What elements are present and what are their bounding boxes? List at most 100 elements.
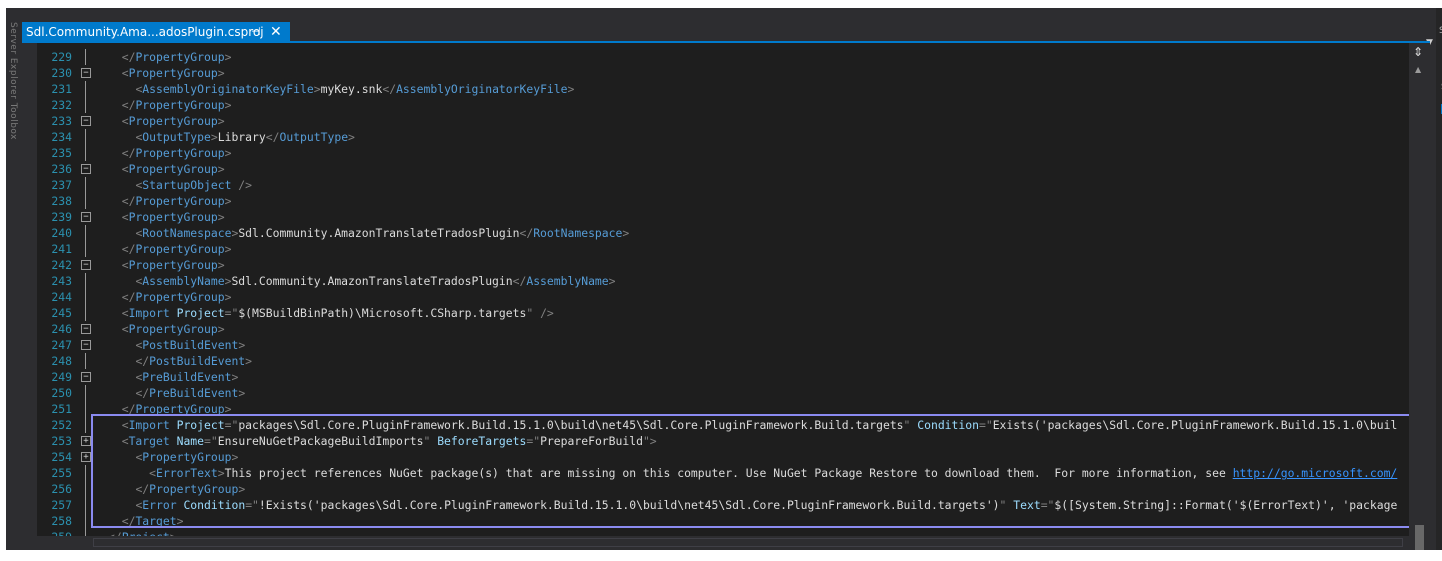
code-line[interactable]: 251 </PropertyGroup> [37, 401, 1409, 417]
code-line[interactable]: 252 <Import Project="packages\Sdl.Core.P… [37, 417, 1409, 433]
collapse-icon[interactable]: − [81, 260, 91, 270]
code-text[interactable]: <Import Project="$(MSBuildBinPath)\Micro… [108, 305, 554, 321]
code-line[interactable]: 231 <AssemblyOriginatorKeyFile>myKey.snk… [37, 81, 1409, 97]
line-number: 252 [51, 418, 72, 432]
code-text[interactable]: </PropertyGroup> [108, 193, 232, 209]
code-line[interactable]: 253 + <Target Name="EnsureNuGetPackageBui… [37, 433, 1409, 449]
scroll-up-icon[interactable]: ▲ [1415, 65, 1421, 74]
code-token: $([System.String]::Format('$(ErrorText)'… [1054, 498, 1398, 512]
code-editor[interactable]: 229 </PropertyGroup> 230− <PropertyGroup>… [37, 43, 1409, 546]
code-line[interactable]: 235 </PropertyGroup> [37, 145, 1409, 161]
collapse-icon[interactable]: − [81, 340, 91, 350]
code-text[interactable]: <ErrorText>This project references NuGet… [108, 465, 1397, 481]
code-text[interactable]: <Target Name="EnsureNuGetPackageBuildImp… [108, 433, 657, 449]
code-text[interactable]: <PreBuildEvent> [108, 369, 238, 385]
close-icon[interactable]: ✕ [270, 22, 282, 42]
code-line[interactable]: 257 <Error Condition="!Exists('packages\… [37, 497, 1409, 513]
line-number: 257 [51, 498, 72, 512]
left-tool-strip[interactable]: Server Explorer Toolbox [6, 8, 18, 550]
collapse-icon[interactable]: − [81, 68, 91, 78]
code-line[interactable]: 238 </PropertyGroup> [37, 193, 1409, 209]
code-text[interactable]: <PropertyGroup> [108, 161, 225, 177]
collapse-icon[interactable]: − [81, 372, 91, 382]
line-number: 251 [51, 402, 72, 416]
line-number: 242 [51, 258, 72, 272]
code-line[interactable]: 236− <PropertyGroup> [37, 161, 1409, 177]
split-window-icon[interactable]: ⇕ [1413, 45, 1423, 59]
code-text[interactable]: <Import Project="packages\Sdl.Core.Plugi… [108, 417, 1398, 433]
expand-icon[interactable]: + [81, 436, 91, 446]
code-line[interactable]: 256 </PropertyGroup> [37, 481, 1409, 497]
document-tab-bar: Sdl.Community.Ama...adosPlugin.csproj ⊣ … [18, 22, 1433, 48]
code-line[interactable]: 240 <RootNamespace>Sdl.Community.AmazonT… [37, 225, 1409, 241]
code-line[interactable]: 239− <PropertyGroup> [37, 209, 1409, 225]
code-text[interactable]: <PropertyGroup> [108, 65, 225, 81]
left-panel-label[interactable]: Server Explorer Toolbox [8, 22, 18, 140]
scroll-thumb[interactable] [1415, 525, 1424, 550]
code-line[interactable]: 242− <PropertyGroup> [37, 257, 1409, 273]
code-text[interactable]: </PreBuildEvent> [108, 385, 245, 401]
vertical-scrollbar[interactable]: ⇕ ▲ [1409, 43, 1430, 550]
pin-icon[interactable]: ⊣ [251, 22, 261, 42]
code-text[interactable]: <AssemblyName>Sdl.Community.AmazonTransl… [108, 273, 615, 289]
code-text[interactable]: <OutputType>Library</OutputType> [108, 129, 354, 145]
code-line[interactable]: 250 </PreBuildEvent> [37, 385, 1409, 401]
code-text[interactable]: <PropertyGroup> [108, 209, 225, 225]
collapse-icon[interactable]: − [81, 164, 91, 174]
code-token: PropertyGroup [135, 50, 225, 64]
right-tool-strip[interactable]: S S [1436, 8, 1442, 550]
outline-guide [85, 225, 86, 241]
code-line[interactable]: 245 <Import Project="$(MSBuildBinPath)\M… [37, 305, 1409, 321]
code-text[interactable]: <PostBuildEvent> [108, 337, 245, 353]
code-line[interactable]: 254 + <PropertyGroup> [37, 449, 1409, 465]
code-line[interactable]: 249− <PreBuildEvent> [37, 369, 1409, 385]
code-text[interactable]: </PropertyGroup> [108, 145, 232, 161]
hyperlink[interactable]: http://go.microsoft.com/ [1233, 466, 1398, 480]
code-text[interactable]: </PropertyGroup> [108, 241, 232, 257]
code-text[interactable]: <PropertyGroup> [108, 257, 225, 273]
code-line[interactable]: 244 </PropertyGroup> [37, 289, 1409, 305]
code-text[interactable]: <PropertyGroup> [108, 113, 225, 129]
code-token: This project references NuGet package(s)… [224, 466, 1233, 480]
code-text[interactable]: </Target> [108, 513, 184, 529]
code-text[interactable]: <PropertyGroup> [108, 321, 225, 337]
horizontal-scrollbar[interactable] [37, 536, 1409, 550]
code-line[interactable]: 241 </PropertyGroup> [37, 241, 1409, 257]
code-line[interactable]: 230− <PropertyGroup> [37, 65, 1409, 81]
code-line[interactable]: 234 <OutputType>Library</OutputType> [37, 129, 1409, 145]
code-line[interactable]: 237 <StartupObject /> [37, 177, 1409, 193]
horizontal-scroll-track[interactable] [93, 538, 1403, 547]
code-line[interactable]: 255 <ErrorText>This project references N… [37, 465, 1409, 481]
code-text[interactable]: </PropertyGroup> [108, 49, 232, 65]
code-token: > [238, 482, 246, 496]
code-line[interactable]: 247− <PostBuildEvent> [37, 337, 1409, 353]
collapse-icon[interactable]: − [81, 212, 91, 222]
code-line[interactable]: 258 </Target> [37, 513, 1409, 529]
code-text[interactable]: </PropertyGroup> [108, 289, 232, 305]
code-text[interactable]: </PropertyGroup> [108, 97, 232, 113]
code-line[interactable]: 248 </PostBuildEvent> [37, 353, 1409, 369]
code-text[interactable]: </PostBuildEvent> [108, 353, 252, 369]
code-text[interactable]: <PropertyGroup> [108, 449, 238, 465]
code-text[interactable]: <RootNamespace>Sdl.Community.AmazonTrans… [108, 225, 629, 241]
code-line[interactable]: 243 <AssemblyName>Sdl.Community.AmazonTr… [37, 273, 1409, 289]
code-token: > [224, 194, 232, 208]
code-line[interactable]: 246− <PropertyGroup> [37, 321, 1409, 337]
collapse-icon[interactable]: − [81, 324, 91, 334]
code-text[interactable]: <AssemblyOriginatorKeyFile>myKey.snk</As… [108, 81, 574, 97]
expand-icon[interactable]: + [81, 452, 91, 462]
code-text[interactable]: </PropertyGroup> [108, 481, 245, 497]
code-line[interactable]: 229 </PropertyGroup> [37, 49, 1409, 65]
code-text[interactable]: <StartupObject /> [108, 177, 252, 193]
collapse-icon[interactable]: − [81, 116, 91, 126]
code-text[interactable]: </PropertyGroup> [108, 401, 232, 417]
code-line[interactable]: 232 </PropertyGroup> [37, 97, 1409, 113]
code-text[interactable]: <Error Condition="!Exists('packages\Sdl.… [108, 497, 1397, 513]
outline-guide [85, 49, 86, 65]
tab-csproj[interactable]: Sdl.Community.Ama...adosPlugin.csproj ⊣ … [22, 22, 290, 42]
code-line[interactable]: 233− <PropertyGroup> [37, 113, 1409, 129]
